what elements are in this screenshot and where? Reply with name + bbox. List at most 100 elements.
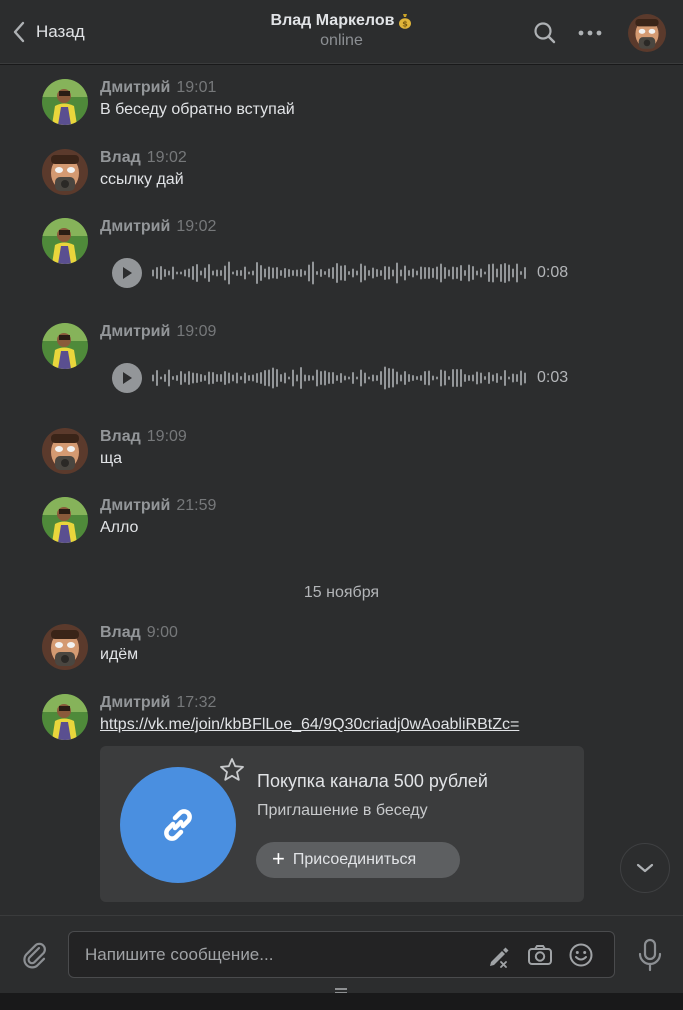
waveform-bar <box>424 267 426 279</box>
waveform-bar <box>280 374 282 382</box>
message-author[interactable]: Влад <box>100 624 141 641</box>
chat-title-text: Влад Маркелов <box>270 12 395 29</box>
camera-button[interactable] <box>527 942 553 968</box>
author-avatar[interactable] <box>42 218 88 264</box>
dmitry-avatar-image <box>42 323 88 369</box>
waveform-bar <box>200 374 202 382</box>
waveform-bar <box>176 271 178 275</box>
message-author[interactable]: Дмитрий <box>100 218 170 235</box>
waveform-bar <box>436 266 438 280</box>
author-avatar[interactable] <box>42 694 88 740</box>
message-author[interactable]: Дмитрий <box>100 79 170 96</box>
search-button[interactable] <box>532 20 558 46</box>
dmitry-avatar-image <box>42 79 88 125</box>
waveform-bar <box>448 376 450 380</box>
waveform-bar <box>448 269 450 277</box>
play-icon <box>123 267 132 279</box>
waveform-bar <box>184 373 186 383</box>
waveform-bar <box>456 267 458 279</box>
message-time: 21:59 <box>176 497 217 514</box>
message-time: 17:32 <box>176 694 217 711</box>
waveform-bar <box>520 370 522 386</box>
waveform-bar <box>432 375 434 381</box>
attach-button[interactable] <box>20 940 50 970</box>
waveform-bar <box>472 266 474 280</box>
emoji-button[interactable] <box>568 942 594 968</box>
header-avatar[interactable] <box>628 14 666 52</box>
waveform-bar <box>504 370 506 386</box>
waveform-bar <box>256 262 258 284</box>
waveform-bar <box>508 264 510 282</box>
waveform-bar <box>236 372 238 384</box>
author-avatar[interactable] <box>42 149 88 195</box>
play-icon <box>123 372 132 384</box>
waveform-bar <box>164 374 166 382</box>
waveform-bar <box>496 373 498 383</box>
graffiti-button[interactable] <box>486 942 512 968</box>
author-avatar[interactable] <box>42 323 88 369</box>
waveform-bar <box>216 374 218 382</box>
play-button[interactable] <box>112 258 142 288</box>
waveform-bar <box>480 372 482 384</box>
waveform-bar <box>416 270 418 276</box>
message-author[interactable]: Дмитрий <box>100 497 170 514</box>
waveform-bar <box>288 269 290 277</box>
author-avatar[interactable] <box>42 497 88 543</box>
chat-title[interactable]: Влад Маркелов $ <box>271 12 413 30</box>
waveform-bar <box>164 269 166 277</box>
waveform-bar <box>380 270 382 276</box>
message-author[interactable]: Дмитрий <box>100 323 170 340</box>
bottom-bar <box>0 993 683 1010</box>
waveform-bar <box>212 372 214 384</box>
join-button[interactable]: + Присоединиться <box>256 842 460 878</box>
waveform-bar <box>308 264 310 282</box>
waveform-bar <box>252 374 254 382</box>
waveform-bar <box>408 270 410 276</box>
waveform-bar <box>524 267 526 279</box>
waveform-bar <box>196 264 198 282</box>
waveform-bar <box>368 376 370 380</box>
waveform-bar <box>292 369 294 387</box>
waveform-bar <box>276 369 278 387</box>
waveform-bar <box>220 270 222 276</box>
waveform-bar <box>184 269 186 277</box>
waveform-bar <box>524 372 526 384</box>
waveform-bar <box>336 263 338 283</box>
message-time: 9:00 <box>146 624 178 641</box>
waveform-bar <box>180 271 182 275</box>
waveform-bar <box>396 371 398 385</box>
message-author[interactable]: Влад <box>100 428 141 445</box>
invite-link[interactable]: https://vk.me/join/kbBFlLoe_64/9Q30criad… <box>100 716 519 734</box>
message-author[interactable]: Влад <box>100 149 141 166</box>
author-avatar[interactable] <box>42 428 88 474</box>
waveform-bar <box>484 376 486 380</box>
play-button[interactable] <box>112 363 142 393</box>
composer-resize-handle[interactable] <box>333 982 349 994</box>
waveform-bar <box>312 261 314 285</box>
author-avatar[interactable] <box>42 79 88 125</box>
waveform-bar <box>316 271 318 275</box>
message-author[interactable]: Дмитрий <box>100 694 170 711</box>
waveform-bar <box>460 369 462 387</box>
waveform-bar <box>384 266 386 280</box>
message-time: 19:09 <box>146 428 187 445</box>
waveform-bar <box>220 374 222 382</box>
voice-record-button[interactable] <box>636 938 664 972</box>
invite-card-image[interactable] <box>120 767 236 883</box>
back-button[interactable]: Назад <box>12 18 85 46</box>
favorite-button[interactable] <box>218 756 246 784</box>
scroll-down-button[interactable] <box>620 843 670 893</box>
more-button[interactable] <box>577 20 603 46</box>
waveform-bar <box>428 267 430 279</box>
voice-waveform[interactable] <box>152 258 528 288</box>
message-input[interactable] <box>85 932 465 977</box>
message-history[interactable]: Дмитрий 19:01 В беседу обратно вступай Вл… <box>0 65 683 915</box>
waveform-bar <box>172 266 174 280</box>
message-time: 19:02 <box>176 218 217 235</box>
waveform-bar <box>168 369 170 387</box>
waveform-bar <box>208 264 210 282</box>
waveform-bar <box>452 369 454 387</box>
waveform-bar <box>484 271 486 275</box>
author-avatar[interactable] <box>42 624 88 670</box>
voice-waveform[interactable] <box>152 363 528 393</box>
